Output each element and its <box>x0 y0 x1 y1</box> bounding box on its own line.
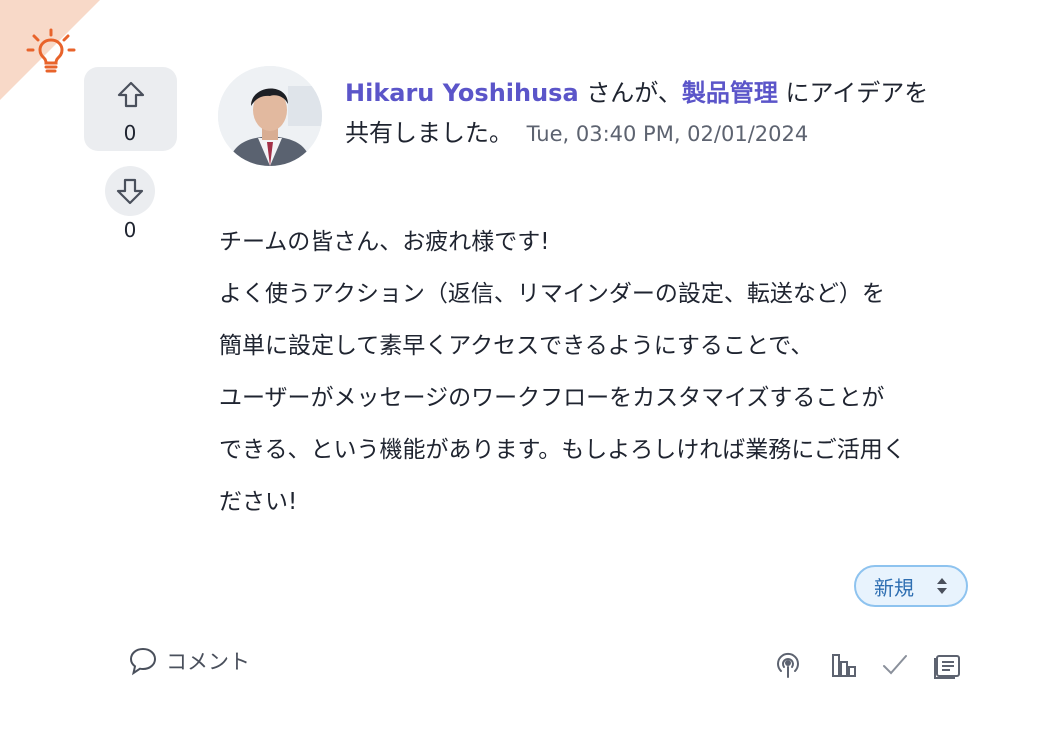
check-icon[interactable] <box>880 650 910 680</box>
header-text-1: さんが、 <box>586 79 682 107</box>
post-line: ユーザーがメッセージのワークフローをカスタマイズすることが <box>219 385 885 411</box>
author-avatar[interactable] <box>218 66 322 166</box>
downvote-button[interactable] <box>105 166 155 216</box>
comment-label: コメント <box>166 650 250 674</box>
post-line: ださい! <box>219 489 298 515</box>
post-body: チームの皆さん、お疲れ様です! よく使うアクション（返信、リマインダーの設定、転… <box>219 226 979 528</box>
arrow-down-icon <box>116 178 144 205</box>
status-label: 新規 <box>874 575 914 600</box>
status-dropdown[interactable]: 新規 <box>854 565 968 607</box>
arrow-up-icon <box>117 81 145 108</box>
author-link[interactable]: Hikaru Yoshihusa <box>345 79 579 107</box>
comment-button[interactable]: コメント <box>128 644 250 678</box>
product-link[interactable]: 製品管理 <box>682 79 778 107</box>
upvote-count: 0 <box>123 121 137 145</box>
downvote-count: 0 <box>123 218 137 242</box>
notes-icon[interactable] <box>932 650 962 680</box>
post-line: よく使うアクション（返信、リマインダーの設定、転送など）を <box>219 281 885 307</box>
upvote-button[interactable] <box>113 77 149 113</box>
podcast-icon[interactable] <box>773 650 803 680</box>
header-text-3: 共有しました。 <box>345 119 513 147</box>
post-header: Hikaru Yoshihusa さんが、製品管理 にアイデアを 共有しました。… <box>345 73 945 154</box>
comment-icon <box>129 647 157 676</box>
post-greeting: チームの皆さん、お疲れ様です! <box>219 229 550 255</box>
bar-chart-icon[interactable] <box>829 650 859 680</box>
post-line: できる、という機能があります。もしよろしければ業務にご活用く <box>219 437 906 463</box>
header-text-2: にアイデアを <box>785 79 929 107</box>
sort-icon <box>937 578 947 594</box>
lightbulb-icon <box>26 28 76 73</box>
post-timestamp: Tue, 03:40 PM, 02/01/2024 <box>526 122 809 146</box>
post-line: 簡単に設定して素早くアクセスできるようにすることで、 <box>219 333 814 359</box>
